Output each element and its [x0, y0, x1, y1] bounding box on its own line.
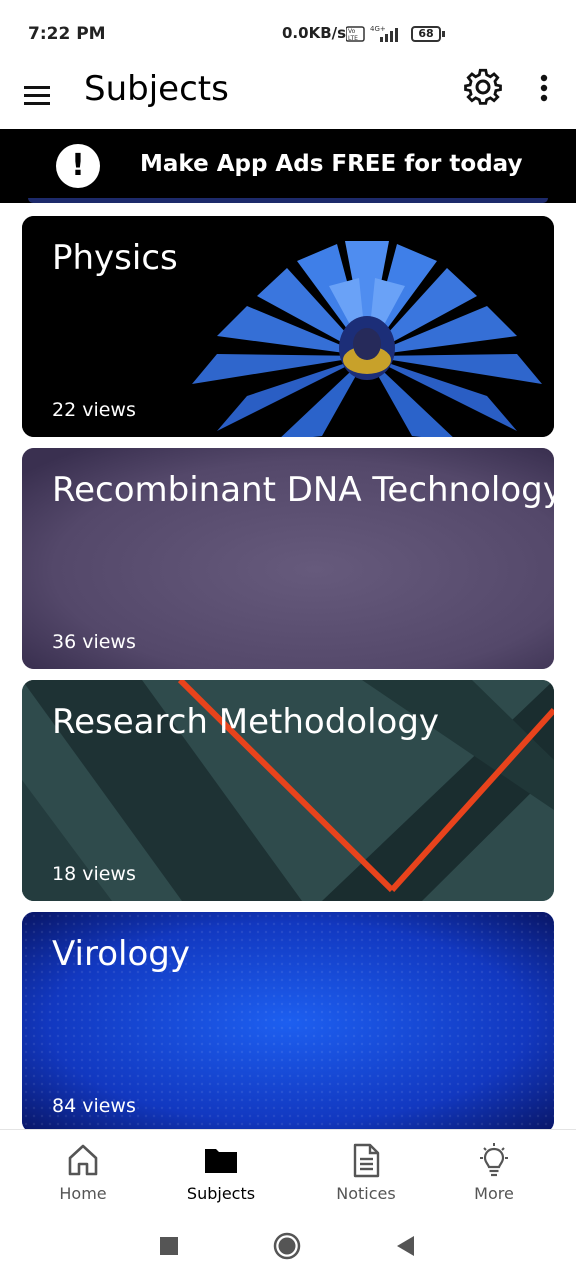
subject-views: 84 views [52, 1095, 136, 1117]
battery-icon: 68 [411, 26, 441, 42]
subject-title: Virology [52, 934, 190, 974]
battery-tip [442, 31, 445, 37]
subject-title: Research Methodology [52, 702, 440, 742]
back-triangle-icon[interactable] [390, 1231, 420, 1261]
subject-title: Recombinant DNA Technology [52, 470, 554, 510]
subject-views: 22 views [52, 399, 136, 421]
hamburger-menu-icon[interactable] [20, 76, 60, 116]
nav-subjects-label: Subjects [186, 1184, 256, 1203]
svg-text:4G+: 4G+ [370, 25, 386, 33]
status-time: 7:22 PM [28, 24, 106, 44]
folder-icon [205, 1149, 237, 1173]
exclamation-icon: ! [56, 144, 100, 188]
subject-views: 18 views [52, 863, 136, 885]
nav-notices-label: Notices [336, 1184, 396, 1203]
gear-icon[interactable] [462, 66, 504, 108]
svg-text:Vo: Vo [348, 28, 356, 35]
app-bar: Subjects [0, 64, 576, 128]
nav-subjects[interactable]: Subjects [166, 1130, 276, 1216]
recents-square-icon[interactable] [154, 1231, 184, 1261]
battery-level: 68 [418, 27, 434, 40]
subject-card-physics[interactable]: Physics 22 views [22, 216, 554, 437]
bottom-navigation: Home Subjects Notices More [0, 1129, 576, 1215]
subject-card-research-methodology[interactable]: Research Methodology 18 views [22, 680, 554, 901]
nav-more[interactable]: More [439, 1130, 549, 1216]
svg-text:LTE: LTE [348, 35, 358, 42]
system-navigation-bar [0, 1215, 576, 1280]
document-icon [353, 1143, 380, 1178]
previous-card-edge [28, 198, 548, 203]
status-bar: 7:22 PM 0.0KB/s Vo LTE 4G+ 68 [0, 0, 576, 64]
subject-card-virology[interactable]: Virology 84 views [22, 912, 554, 1133]
subject-card-recombinant-dna[interactable]: Recombinant DNA Technology 36 views [22, 448, 554, 669]
nav-home[interactable]: Home [28, 1130, 138, 1216]
subject-views: 36 views [52, 631, 136, 653]
ad-banner-text: Make App Ads FREE for today [140, 151, 523, 177]
nav-home-label: Home [59, 1184, 107, 1203]
page-title: Subjects [84, 69, 229, 109]
lightbulb-icon [480, 1143, 508, 1177]
subject-title: Physics [52, 238, 178, 278]
more-vert-icon[interactable] [528, 70, 560, 106]
nav-notices[interactable]: Notices [311, 1130, 421, 1216]
nav-more-label: More [474, 1184, 514, 1203]
network-speed: 0.0KB/s [282, 24, 347, 42]
home-icon [68, 1144, 98, 1176]
ad-banner[interactable]: ! Make App Ads FREE for today [0, 129, 576, 203]
home-circle-icon[interactable] [272, 1231, 302, 1261]
